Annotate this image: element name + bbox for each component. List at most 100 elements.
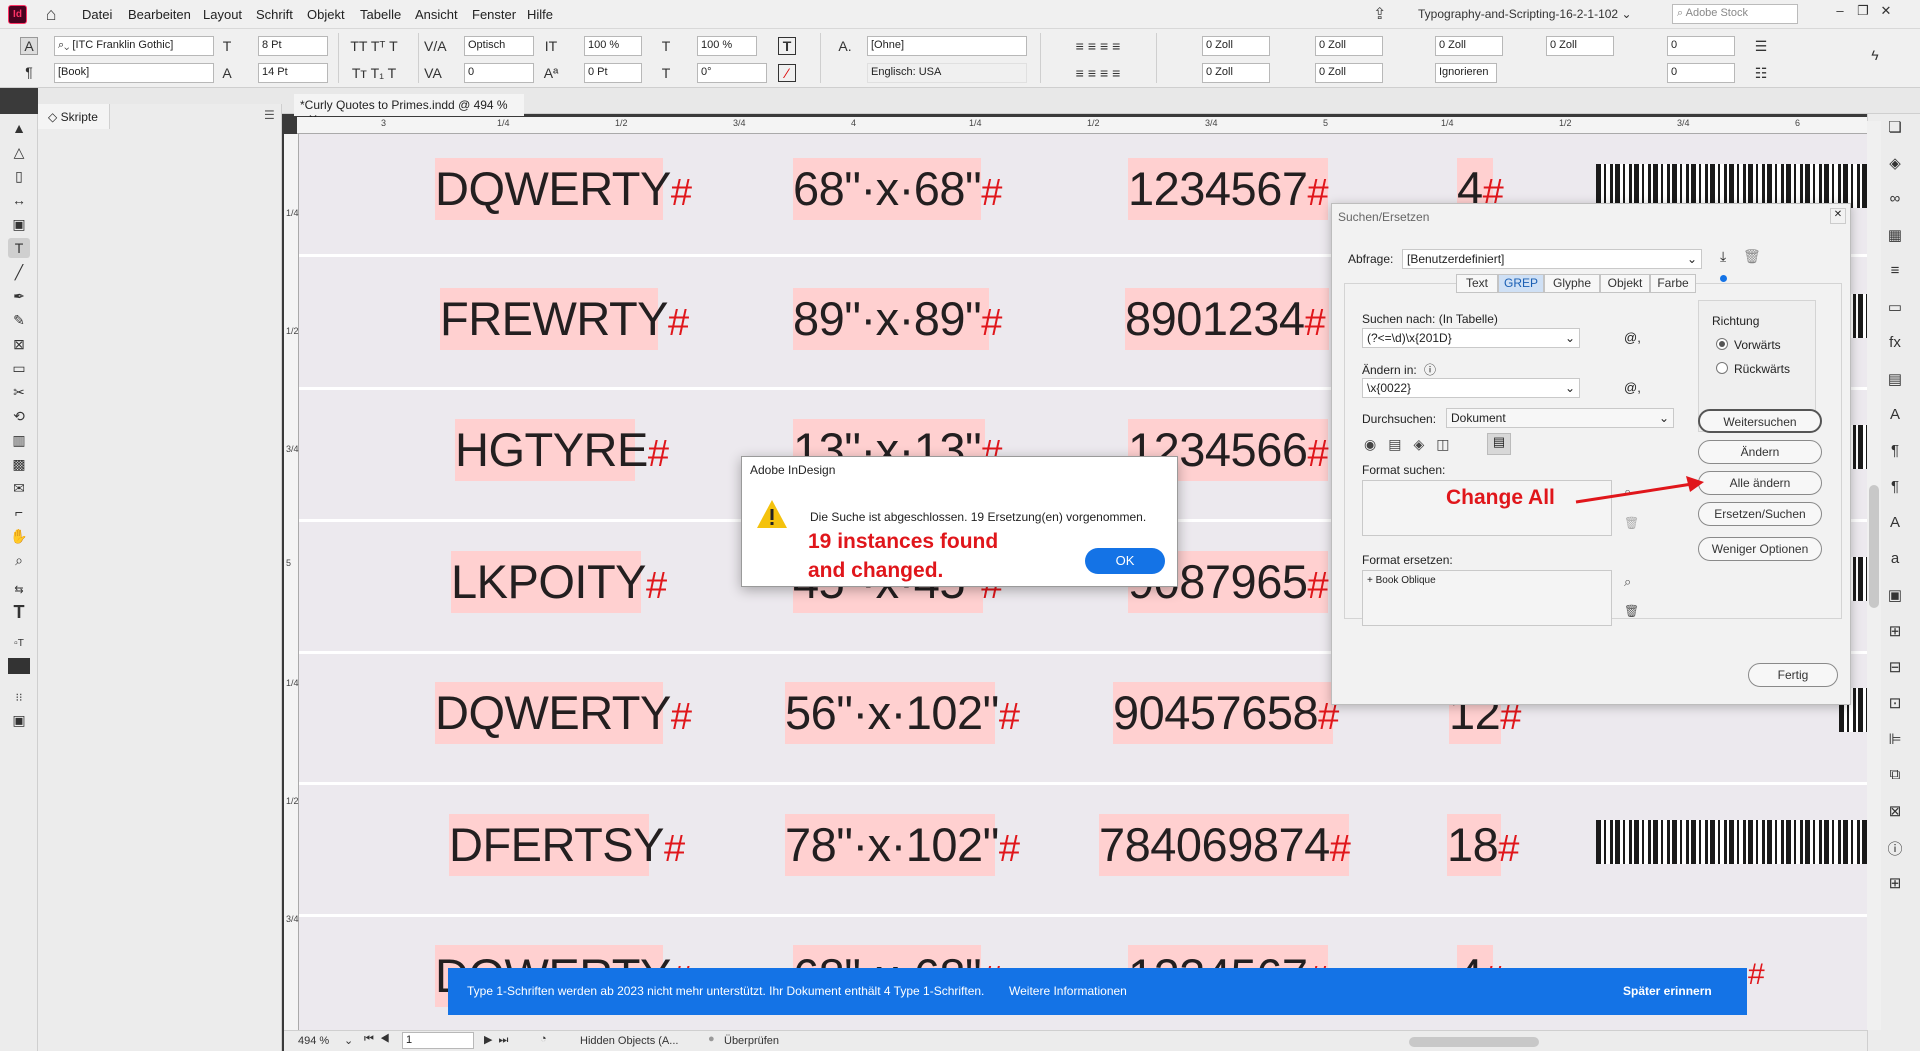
table-cell-code[interactable]: DQWERTY# [435,682,692,744]
dialog-close-icon[interactable]: ✕ [1830,208,1846,224]
search-options-icons[interactable]: ◉▤◈◫ [1364,436,1461,453]
skew-field[interactable]: 0° [697,63,767,83]
bullets-icon[interactable]: ☰ [1752,38,1770,55]
hand-tool-icon[interactable]: ✋ [8,526,30,546]
pencil-tool-icon[interactable]: ✎ [8,310,30,330]
links-icon[interactable]: ∞ [1884,190,1906,210]
save-query-icon[interactable]: ⤓ [1720,248,1726,265]
baseline-shift-field[interactable]: 0 Pt [584,63,642,83]
table-cell-size[interactable]: 78"·x·102"# [785,814,1020,876]
restore-icon[interactable]: ❐ [1852,3,1874,23]
delete-query-icon[interactable]: 🗑 [1743,248,1761,265]
table-cell-code[interactable]: DFERTSY# [449,814,685,876]
character-icon[interactable]: A [1884,514,1906,534]
find-what-input[interactable]: (?<=\d)\x{201D} ⌄ [1362,328,1580,348]
change-to-input[interactable]: \x{0022} ⌄ [1362,378,1580,398]
ok-button[interactable]: OK [1085,548,1165,574]
note-tool-icon[interactable]: ✉ [8,478,30,498]
stroke-icon[interactable]: ≡ [1884,262,1906,282]
selection-tool-icon[interactable]: ▲ [8,118,30,138]
case-buttons[interactable]: Tт T₁ T [344,65,404,81]
close-icon[interactable]: ✕ [1875,3,1897,23]
swap-colors-icon[interactable]: ⇆ [8,580,30,600]
table-cell-number[interactable]: 90457658# [1113,682,1339,744]
paragraph-styles-icon[interactable]: ¶ [1884,442,1906,462]
effects-icon[interactable]: fx [1884,334,1906,354]
special-chars-change-icon[interactable]: @, [1624,380,1641,395]
table-cell-size[interactable]: 89"·x·89"# [793,288,1002,350]
change-format-delete-icon[interactable]: 🗑 [1624,604,1639,618]
font-style-field[interactable]: [Book] [54,63,214,83]
right-indent-field[interactable]: 0 Zoll [1315,36,1383,56]
character-mode-icon[interactable]: A [20,37,38,55]
query-select[interactable]: [Benutzerdefiniert] ⌄ [1402,249,1702,269]
find-format-delete-icon[interactable]: 🗑 [1624,516,1639,530]
include-master-pages-icon[interactable]: ▤ [1487,433,1511,455]
horizontal-scrollbar-thumb[interactable] [1409,1037,1539,1047]
gradient-feather-tool-icon[interactable]: ▩ [8,454,30,474]
leading-field[interactable]: 14 Pt [258,63,328,83]
vertical-scale-field[interactable]: 100 % [584,36,642,56]
screen-mode-icon[interactable]: ⁝⁝ [8,688,30,708]
paragraph-icon[interactable]: ¶ [1884,478,1906,498]
scripts-panel-tab[interactable]: ◇ Skripte [38,104,110,129]
table-cell-number[interactable]: 784069874# [1099,814,1351,876]
change-button[interactable]: Ändern [1698,440,1822,464]
collapse-icon[interactable]: ◇ [48,110,61,124]
home-icon[interactable]: ⌂ [40,4,62,24]
numbering-icon[interactable]: ☷ [1752,65,1770,82]
more-tools-icon[interactable]: ▣ [8,710,30,730]
share-icon[interactable]: ⇪ [1373,4,1386,24]
layer-selector[interactable]: Hidden Objects (A... [580,1035,678,1047]
pages-icon[interactable]: ❏ [1884,118,1906,138]
first-indent-field[interactable]: 0 Zoll [1202,63,1270,83]
remind-later-button[interactable]: Später erinnern [1623,984,1712,998]
table-cell-code[interactable]: FREWRTY# [440,288,689,350]
find-next-button[interactable]: Weitersuchen [1698,409,1822,433]
character-styles-icon[interactable]: A [1884,406,1906,426]
menu-fenster[interactable]: Fenster [472,7,516,22]
tab-color[interactable]: Farbe [1650,274,1696,293]
eyedropper-tool-icon[interactable]: ⌐ [8,502,30,522]
tracking-field[interactable]: 0 [464,63,534,83]
table-cell-number[interactable]: 8901234# [1125,288,1329,350]
drop-cap-chars-field[interactable]: 0 [1667,63,1735,83]
table-cell-size[interactable]: 68"·x·68"# [793,158,1002,220]
scripts-icon[interactable]: ⊞ [1884,874,1906,894]
preflight-selector[interactable]: Überprüfen [724,1035,779,1047]
table-cell-size[interactable]: 56"·x·102"# [785,682,1020,744]
text-fill-icon[interactable]: T [778,37,796,55]
content-collector-icon[interactable]: ▣ [8,214,30,234]
menu-schrift[interactable]: Schrift [256,7,293,22]
change-format-box[interactable]: + Book Oblique [1362,570,1612,626]
paragraph-mode-icon[interactable]: ¶ [20,64,38,80]
last-indent-field[interactable]: 0 Zoll [1315,63,1383,83]
page-nav-first-prev[interactable]: ⏮◀ [364,1033,396,1046]
line-tool-icon[interactable]: ╱ [8,262,30,282]
panel-menu-icon[interactable]: ☰ [264,108,275,122]
menu-datei[interactable]: Datei [82,7,112,22]
object-styles-icon[interactable]: ▣ [1884,586,1906,606]
fewer-options-button[interactable]: Weniger Optionen [1698,537,1822,561]
menu-tabelle[interactable]: Tabelle [360,7,401,22]
text-stroke-icon[interactable]: ⁄ [778,64,796,82]
menu-bearbeiten[interactable]: Bearbeiten [128,7,191,22]
glyphs-icon[interactable]: a [1884,550,1906,570]
menu-objekt[interactable]: Objekt [307,7,345,22]
direct-selection-tool-icon[interactable]: △ [8,142,30,162]
caps-buttons[interactable]: TT Tᵀ T [344,38,404,54]
table-styles-icon[interactable]: ⊟ [1884,658,1906,678]
align-grid-field[interactable]: Ignorieren [1435,63,1497,83]
zoom-dropdown-icon[interactable]: ⌄ [344,1034,353,1047]
vertical-scrollbar-thumb[interactable] [1869,485,1879,608]
cell-styles-icon[interactable]: ⊡ [1884,694,1906,714]
minimize-icon[interactable]: – [1829,3,1851,23]
horizontal-scale-field[interactable]: 100 % [697,36,757,56]
change-find-button[interactable]: Ersetzen/Suchen [1698,502,1822,526]
align-icon[interactable]: ⊫ [1884,730,1906,750]
table-cell-code[interactable]: HGTYRE# [455,419,669,481]
banner-more-info-link[interactable]: Weitere Informationen [1009,984,1127,998]
page-nav-next-last[interactable]: ▶⏭ [484,1033,514,1047]
page-number-field[interactable]: 1 [402,1032,474,1049]
table-cell-code[interactable]: LKPOITY# [451,551,667,613]
